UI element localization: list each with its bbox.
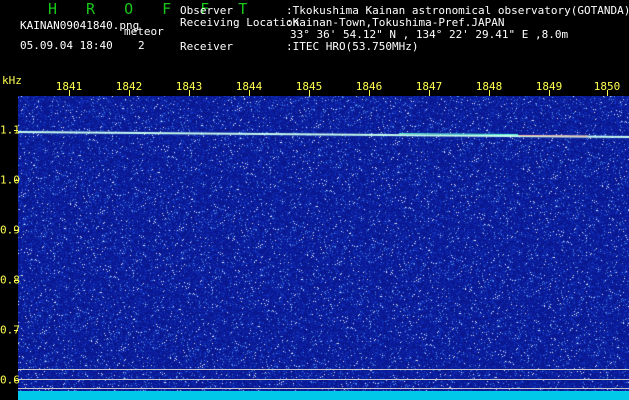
spectrogram-noise [18, 96, 629, 400]
meteor-count: 2 [138, 39, 145, 52]
filename-label: KAINAN09041840.png [20, 19, 140, 32]
y-tick-mark [14, 180, 18, 181]
receiver-value: :ITEC HRO(53.750MHz) [286, 40, 419, 53]
y-tick-mark [14, 130, 18, 131]
datetime-label: 05.09.04 18:40 [20, 39, 113, 52]
receiver-label: Receiver [180, 40, 233, 53]
location-label: Receiving Location [180, 16, 300, 29]
y-tick-mark [14, 380, 18, 381]
spectrogram-plot [18, 96, 629, 400]
reference-line [18, 388, 629, 389]
y-tick-mark [14, 330, 18, 331]
x-axis-labels: 1841 1842 1843 1844 1845 1846 1847 1848 … [0, 80, 629, 94]
reference-line [18, 379, 629, 380]
y-tick-mark [14, 230, 18, 231]
spectrum-strip [18, 391, 629, 400]
y-tick-mark [14, 280, 18, 281]
meteor-label: meteor [124, 25, 164, 38]
reference-line [18, 369, 629, 370]
